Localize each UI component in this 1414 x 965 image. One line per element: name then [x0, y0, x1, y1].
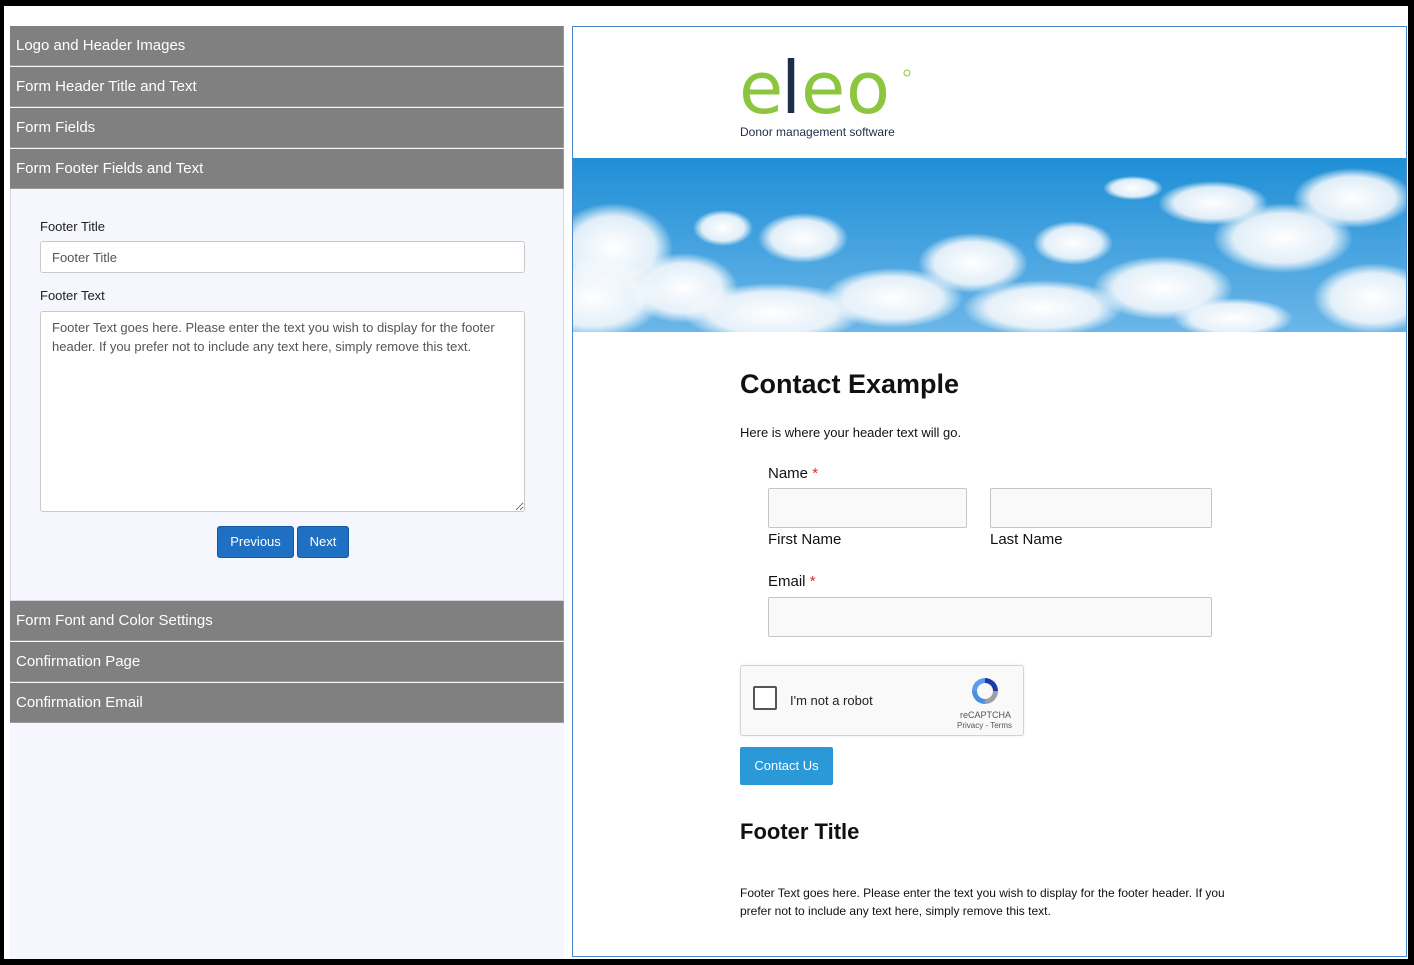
- svg-text:e: e: [739, 46, 783, 125]
- required-indicator: *: [809, 573, 816, 590]
- first-name-input[interactable]: [768, 488, 967, 528]
- recaptcha-icon: [972, 678, 998, 704]
- required-indicator: *: [812, 465, 819, 482]
- eleo-logo: e l e o: [739, 45, 914, 130]
- svg-text:e: e: [801, 46, 845, 125]
- accordion-confirmation-page[interactable]: Confirmation Page: [10, 642, 564, 682]
- email-label-text: Email: [768, 573, 806, 590]
- header-banner-image: [573, 158, 1406, 343]
- last-name-input[interactable]: [990, 488, 1212, 528]
- accordion-logo-header-images[interactable]: Logo and Header Images: [10, 26, 564, 66]
- recaptcha-widget: I'm not a robot reCAPTCHA Privacy - Term…: [740, 665, 1024, 736]
- footer-title-label: Footer Title: [40, 219, 106, 234]
- last-name-label: Last Name: [990, 531, 1063, 548]
- recaptcha-checkbox[interactable]: [753, 686, 777, 710]
- accordion-label: Form Fields: [16, 119, 96, 136]
- first-name-label: First Name: [768, 531, 842, 548]
- accordion-label: Confirmation Page: [16, 653, 141, 670]
- form-preview: e l e o Donor management software Contac…: [572, 26, 1407, 957]
- accordion-form-fields[interactable]: Form Fields: [10, 108, 564, 148]
- accordion-label: Confirmation Email: [16, 694, 143, 711]
- name-label-text: Name: [768, 465, 809, 482]
- footer-text-textarea[interactable]: Footer Text goes here. Please enter the …: [40, 311, 525, 512]
- accordion-confirmation-email[interactable]: Confirmation Email: [10, 683, 564, 723]
- contact-us-button[interactable]: Contact Us: [740, 747, 833, 785]
- footer-title-input[interactable]: [40, 241, 525, 273]
- form-footer-text: Footer Text goes here. Please enter the …: [740, 886, 1225, 918]
- svg-text:o: o: [846, 46, 890, 125]
- accordion-form-footer-fields-text[interactable]: Form Footer Fields and Text: [10, 149, 564, 189]
- next-button[interactable]: Next: [297, 526, 349, 558]
- email-field-label: Email *: [768, 573, 816, 590]
- form-title: Contact Example: [740, 369, 960, 399]
- form-header-text: Here is where your header text will go.: [740, 425, 962, 440]
- accordion-label: Form Header Title and Text: [16, 78, 197, 95]
- svg-text:l: l: [781, 46, 801, 125]
- email-input[interactable]: [768, 597, 1212, 637]
- accordion-label: Logo and Header Images: [16, 37, 186, 54]
- form-footer-title: Footer Title: [740, 819, 860, 844]
- logo-tagline: Donor management software: [740, 125, 895, 139]
- recaptcha-label: I'm not a robot: [790, 693, 873, 708]
- name-field-label: Name *: [768, 465, 818, 482]
- accordion-form-font-color-settings[interactable]: Form Font and Color Settings: [10, 601, 564, 641]
- footer-text-label: Footer Text: [40, 288, 105, 303]
- app-window: Logo and Header Images Form Header Title…: [4, 6, 1408, 959]
- settings-accordion: Logo and Header Images Form Header Title…: [10, 26, 564, 959]
- recaptcha-privacy-terms[interactable]: Privacy - Terms: [957, 721, 1012, 730]
- recaptcha-brand: reCAPTCHA: [959, 710, 1011, 720]
- accordion-label: Form Footer Fields and Text: [16, 160, 204, 177]
- previous-button[interactable]: Previous: [217, 526, 294, 558]
- accordion-form-header-title-text[interactable]: Form Header Title and Text: [10, 67, 564, 107]
- accordion-label: Form Font and Color Settings: [16, 612, 213, 629]
- footer-settings-panel: Footer Title Footer Text Footer Text goe…: [10, 189, 564, 601]
